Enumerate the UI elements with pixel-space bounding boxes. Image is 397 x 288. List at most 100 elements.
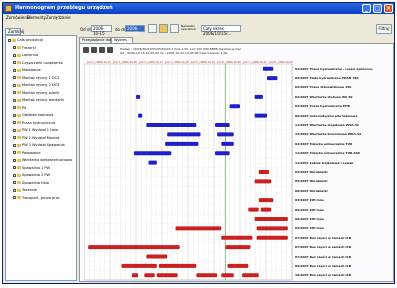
gantt-bar[interactable] [254, 94, 263, 99]
gantt-bar[interactable] [138, 113, 143, 118]
tree-item[interactable]: Wiertarka wielowrzecionowa [13, 158, 72, 162]
expand-icon[interactable] [13, 61, 16, 64]
expand-icon[interactable] [13, 68, 16, 72]
filter-button[interactable]: Filtruj [376, 24, 392, 34]
gantt-bar[interactable] [146, 254, 168, 259]
person-icon[interactable] [170, 24, 179, 33]
to-date-field[interactable]: 2006-10-22 [125, 25, 145, 36]
expand-icon[interactable] [13, 46, 16, 49]
tree-item[interactable]: Spawalnia 2 PW [13, 173, 50, 177]
menu-item-zarzadzanie[interactable]: Zarządzanie [46, 15, 71, 20]
zoom-out-icon[interactable] [99, 47, 105, 53]
expand-icon[interactable] [13, 83, 16, 87]
gantt-bar[interactable] [175, 226, 222, 231]
tree-item[interactable]: Prasa hydrauliczna [13, 121, 55, 125]
tree-item[interactable]: Pił [13, 106, 26, 110]
gantt-bar[interactable] [136, 94, 141, 99]
tree-item[interactable]: Lakiernia [13, 53, 38, 57]
gantt-bar[interactable] [121, 263, 157, 268]
print-icon[interactable] [83, 47, 89, 53]
expand-icon[interactable] [13, 166, 16, 169]
expand-icon[interactable] [13, 151, 16, 154]
tree-item[interactable]: Transport, grupa prac [13, 196, 60, 200]
tree-item[interactable]: Obróbka końcowa [13, 113, 53, 117]
gantt-bar[interactable] [165, 141, 199, 146]
gantt-bar[interactable] [215, 123, 230, 128]
maximize-button[interactable]: □ [373, 4, 382, 13]
gantt-bar[interactable] [146, 123, 197, 128]
tree-item[interactable]: Cała produkcja [8, 38, 43, 42]
gantt-bar[interactable] [242, 273, 259, 278]
expand-icon[interactable] [13, 158, 16, 162]
gantt-bar[interactable] [258, 170, 270, 174]
gantt-bar[interactable] [167, 132, 201, 137]
gantt-bar[interactable] [254, 216, 288, 221]
save-icon[interactable] [107, 47, 113, 53]
operator-field[interactable]: Cały okres 2006/10/15/... [201, 25, 241, 36]
tree-item[interactable]: Frezarki [13, 46, 36, 50]
tree-item[interactable]: PW 1 Wydział 1 Hala [13, 128, 58, 132]
tree-item[interactable]: PW 3 Wydział Spawalnia [13, 143, 65, 147]
tree-item[interactable]: Toczenie [13, 188, 37, 192]
tree-item[interactable]: PW 2 Wydział Montaż [13, 136, 60, 140]
refresh-icon[interactable] [159, 24, 168, 33]
resource-tree[interactable]: Cała produkcja Frezarki Lakiernia Czyszczar… [5, 35, 77, 281]
tree-item[interactable]: Montaż ręczny wiertarki [13, 98, 64, 102]
gantt-bar[interactable] [221, 141, 234, 146]
expand-icon[interactable] [13, 128, 16, 132]
gantt-bar[interactable] [256, 235, 288, 240]
from-date-field[interactable]: 2006-10-15 [91, 25, 112, 36]
expand-icon[interactable] [8, 38, 11, 42]
expand-icon[interactable] [13, 91, 16, 94]
gantt-bar[interactable] [215, 151, 230, 156]
expand-icon[interactable] [13, 53, 16, 57]
close-button[interactable]: × [384, 4, 393, 13]
gantt-bar[interactable] [267, 76, 278, 81]
zoom-in-icon[interactable] [91, 47, 97, 53]
gantt-bar[interactable] [131, 273, 139, 278]
gantt-bar[interactable] [258, 198, 274, 203]
expand-icon[interactable] [13, 106, 16, 109]
gantt-bar[interactable] [262, 66, 274, 71]
gantt-bar[interactable] [133, 151, 172, 156]
gantt-bar[interactable] [144, 273, 155, 278]
expand-icon[interactable] [13, 173, 16, 177]
gantt-bar[interactable] [254, 179, 272, 184]
gantt-bar[interactable] [229, 104, 240, 109]
expand-icon[interactable] [13, 121, 16, 124]
tree-item[interactable]: Montaż ręczny 1 DC2 [13, 76, 59, 80]
tree-item[interactable]: Pakowanie [13, 151, 41, 155]
gantt-bar[interactable] [254, 113, 268, 118]
expand-icon[interactable] [13, 188, 16, 192]
tree-item[interactable]: Czyszczarki urządzenia [13, 61, 63, 65]
gantt-bar[interactable] [256, 226, 288, 231]
expand-icon[interactable] [13, 143, 16, 147]
gantt-bar[interactable] [88, 245, 180, 250]
expand-icon[interactable] [13, 98, 16, 102]
gantt-bar[interactable] [260, 207, 272, 212]
tree-item[interactable]: Montaż ręczny 2 DC5 [13, 83, 59, 87]
gantt-bar[interactable] [196, 273, 218, 278]
expand-icon[interactable] [13, 113, 16, 117]
tree-item[interactable]: Malowanie [13, 68, 41, 72]
gantt-bar[interactable] [225, 245, 251, 250]
close-tree-button[interactable]: Zamknij [5, 28, 24, 35]
gantt-bar[interactable] [148, 160, 157, 165]
gantt-bar[interactable] [217, 132, 234, 137]
expand-icon[interactable] [13, 136, 16, 139]
gantt-bar[interactable] [227, 263, 249, 268]
gantt-bar[interactable] [156, 273, 178, 278]
gantt-bar[interactable] [221, 235, 253, 240]
gantt-bar[interactable] [158, 263, 197, 268]
tree-item[interactable]: Spawalnia Hala [13, 181, 49, 185]
gantt-bar[interactable] [248, 207, 259, 212]
minimize-button[interactable]: _ [362, 4, 371, 13]
expand-icon[interactable] [13, 76, 16, 79]
expand-icon[interactable] [13, 196, 16, 199]
calendar-icon[interactable] [148, 24, 157, 33]
gantt-bar[interactable] [221, 273, 234, 278]
tree-item[interactable]: Spawalnia 1 PW [13, 166, 50, 170]
tree-item[interactable]: Montaż ręczny pilarki [13, 91, 59, 95]
expand-icon[interactable] [13, 181, 16, 184]
menu-item-elementy[interactable]: Elementy [27, 15, 46, 20]
